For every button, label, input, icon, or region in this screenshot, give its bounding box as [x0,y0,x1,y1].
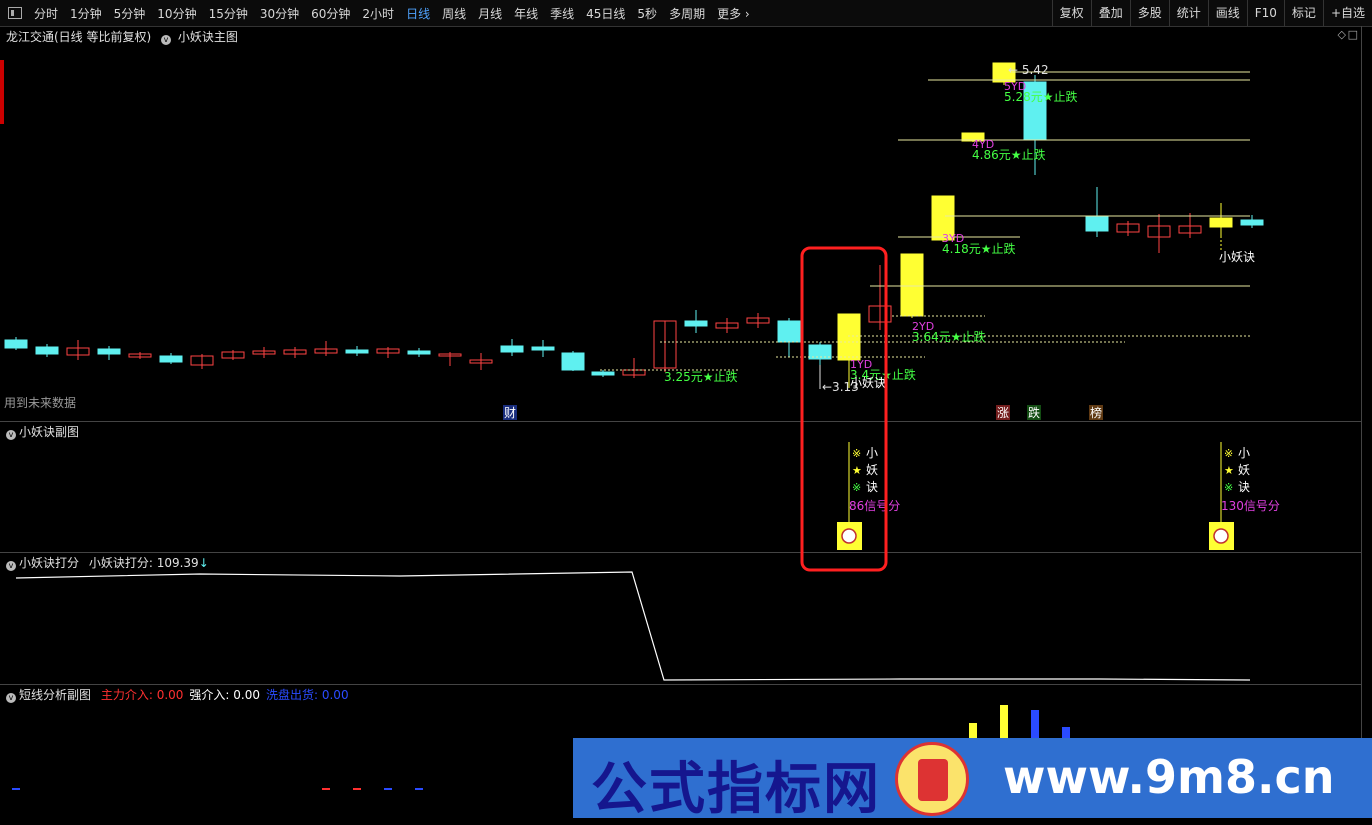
candle-body [35,346,59,355]
candle-body [1085,215,1109,232]
signal-score: 86信号分 [849,499,900,513]
candle-body [684,320,708,327]
signal-char: 诀 [1238,480,1250,494]
short-bar [1000,705,1008,738]
score-polyline [15,571,1251,681]
stop-label: 3.25元★止跌 [664,369,737,384]
chart-canvas[interactable]: 3.25元★止跌1YD3.4元★止跌2YD3.64元★止跌3YD4.18元★止跌… [0,0,1362,818]
watermark-banner: 公式指标网 www.9m8.cn [573,738,1372,822]
signal-char: 诀 [866,480,878,494]
candle-body [777,320,801,343]
stop-labels: 3.25元★止跌1YD3.4元★止跌2YD3.64元★止跌3YD4.18元★止跌… [503,63,1255,420]
stop-label: 4.18元★止跌 [942,241,1015,256]
sub1-signals: ※ 小 ★ 妖 ※ 诀 86信号分 ※ 小 ★ 妖 ※ 诀 130信号分 [837,442,1280,550]
event-tag: 榜 [1090,405,1102,420]
signal-mark: ※ [1224,481,1233,494]
signal-label: 小妖诀 [850,376,886,390]
stop-label: 5.28元★止跌 [1004,89,1077,104]
candle-body [407,350,431,355]
signal-label: 小妖诀 [1219,250,1255,264]
signal-char: 小 [866,446,878,460]
short-bar [1062,727,1070,738]
candle-body [591,371,615,376]
score-line [15,571,1251,681]
signal-mark: ※ [852,481,861,494]
event-tag: 财 [504,406,516,420]
candle-body [1209,217,1233,228]
signal-mark: ※ [852,447,861,460]
candle-body [4,339,28,349]
price-axis [1361,26,1372,818]
event-tag: 跌 [1028,405,1040,420]
signal-mark: ※ [1224,447,1233,460]
candlestick-series [4,62,1264,388]
candle-body [345,349,369,354]
money-bag-coin [841,528,857,544]
signal-char: 小 [1238,446,1250,460]
candle-body [159,355,183,363]
signal-mark: ★ [1224,464,1234,477]
candle-body [561,352,585,371]
event-tag: 涨 [997,405,1009,420]
candle-body [97,348,121,355]
signal-char: 妖 [866,463,878,477]
signal-char: 妖 [1238,463,1250,477]
signal-mark: ★ [852,464,862,477]
stop-label: 4.86元★止跌 [972,147,1045,162]
short-bar [969,723,977,738]
watermark-logo-icon [895,742,969,816]
candle-body [1240,219,1264,226]
signal-score: 130信号分 [1221,499,1280,513]
candle-body [900,253,924,317]
stop-label: 3.64元★止跌 [912,329,985,344]
highlight-box [800,246,888,572]
watermark-url: www.9m8.cn [1003,750,1335,804]
price-high-label: ← 5.42 [1008,63,1049,77]
candle-body [531,346,555,351]
money-bag-coin [1213,528,1229,544]
watermark-cn: 公式指标网 [591,756,881,822]
candle-body [500,345,524,353]
short-bar [1031,710,1039,738]
candle-body [837,313,861,361]
